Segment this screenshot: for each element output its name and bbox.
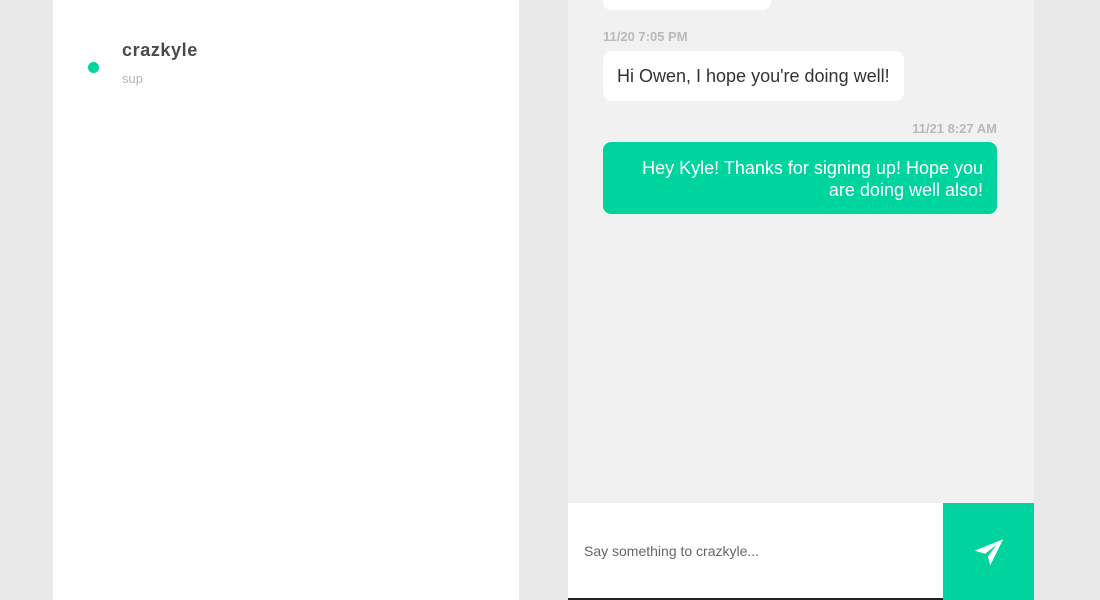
sent-message-timestamp: 11/21 8:27 AM xyxy=(912,121,997,136)
messaging-app: crazkyle sup 11/20 7:05 PM Hi Owen, I ho… xyxy=(0,0,1100,600)
message-input[interactable] xyxy=(568,503,943,598)
paper-plane-icon xyxy=(974,538,1003,565)
contact-last-message: sup xyxy=(122,71,143,86)
conversation-panel: 11/20 7:05 PM Hi Owen, I hope you're doi… xyxy=(568,0,1034,600)
send-button[interactable] xyxy=(943,503,1034,600)
received-message-bubble: Hi Owen, I hope you're doing well! xyxy=(603,51,904,101)
contacts-panel: crazkyle sup xyxy=(53,0,519,600)
previous-message-bubble xyxy=(603,0,771,10)
contact-name: crazkyle xyxy=(122,40,198,60)
received-message-timestamp: 11/20 7:05 PM xyxy=(603,29,688,44)
contact-item-crazkyle[interactable]: crazkyle sup xyxy=(53,30,519,100)
message-composer xyxy=(568,503,1034,600)
online-status-dot xyxy=(88,62,99,73)
sent-message-bubble: Hey Kyle! Thanks for signing up! Hope yo… xyxy=(603,142,997,214)
